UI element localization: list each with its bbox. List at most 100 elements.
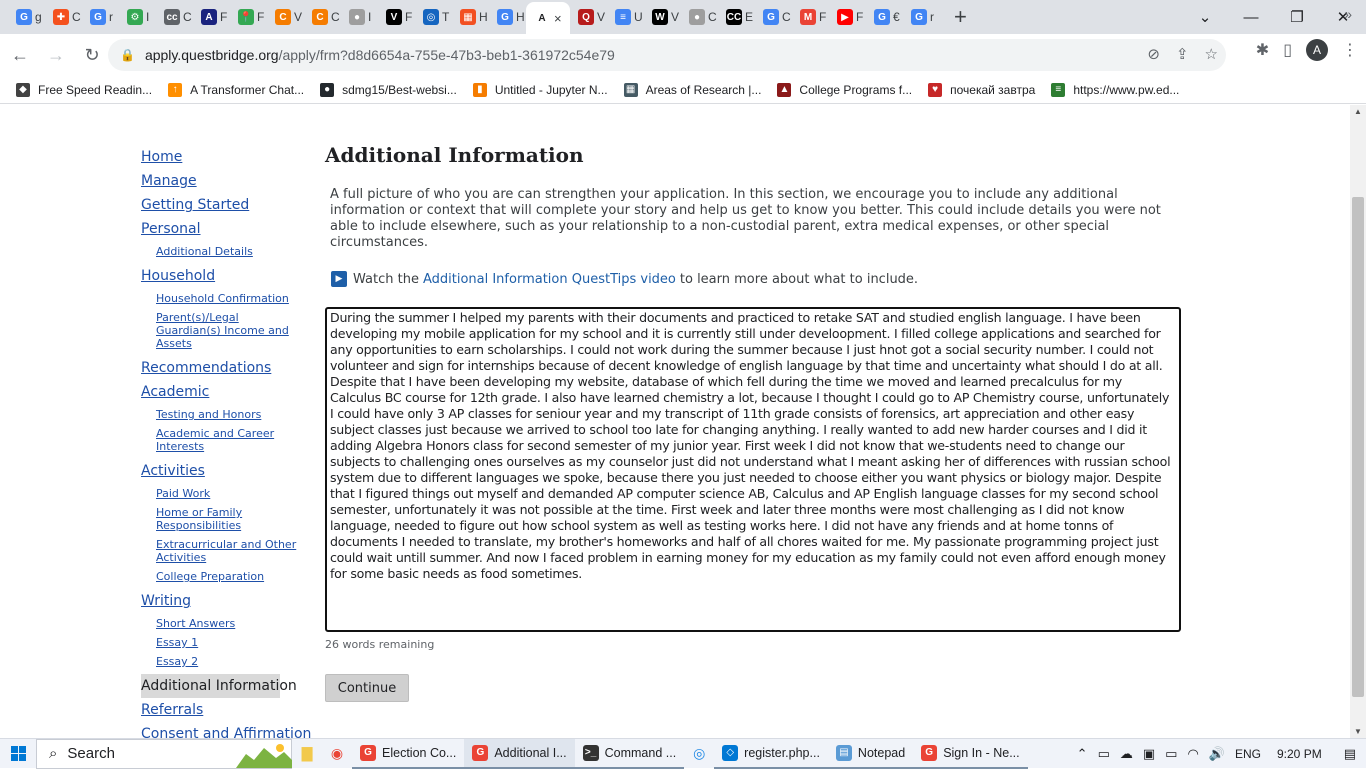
sidenav-subitem[interactable]: Household Confirmation	[141, 292, 301, 305]
reload-button[interactable]: ↻	[76, 39, 108, 71]
bookmark-item[interactable]: ▮ Untitled - Jupyter N...	[472, 82, 608, 97]
notification-icon[interactable]: ▤	[1344, 746, 1356, 762]
taskbar-app[interactable]: >_ Command ...	[574, 739, 685, 769]
browser-tab[interactable]: MF	[792, 0, 829, 34]
bookmarks-overflow-icon[interactable]: »	[1344, 6, 1352, 22]
browser-tab[interactable]: CC E	[718, 0, 755, 34]
tab-search-icon[interactable]: ⌄	[1182, 8, 1228, 26]
taskbar-app[interactable]: G Election Co...	[352, 739, 465, 769]
bookmark-item[interactable]: ▲ College Programs f...	[777, 82, 912, 97]
additional-info-textarea[interactable]: During the summer I helped my parents wi…	[325, 307, 1181, 632]
sidenav-subitem[interactable]: Essay 2	[141, 655, 301, 668]
cloud-icon[interactable]: ☁	[1120, 746, 1133, 762]
sidenav-item[interactable]: Additional Information	[141, 674, 297, 698]
browser-tab[interactable]: VF	[378, 0, 415, 34]
sidenav-subitem[interactable]: Essay 1	[141, 636, 301, 649]
volume-icon[interactable]: 🔊	[1209, 746, 1225, 762]
continue-button[interactable]: Continue	[325, 674, 409, 702]
taskbar-app[interactable]: ▤ Notepad	[827, 739, 914, 769]
sidenav-item[interactable]: Referrals	[141, 698, 301, 722]
bookmark-item[interactable]: ◆ Free Speed Readin...	[16, 82, 152, 97]
side-panel-icon[interactable]: ▯	[1283, 40, 1292, 60]
browser-tab[interactable]: A ×	[526, 2, 570, 34]
browser-tab[interactable]: Gr	[903, 0, 940, 34]
browser-tab[interactable]: ▦ H	[452, 0, 489, 34]
restore-button[interactable]: ❐	[1274, 8, 1320, 26]
taskbar-app[interactable]: G Additional I...	[464, 738, 575, 769]
address-bar[interactable]: 🔒 apply.questbridge.org/apply/frm?d8d665…	[108, 39, 1226, 71]
chrome-icon[interactable]: ◉	[322, 739, 352, 769]
browser-tab[interactable]: Gg	[8, 0, 45, 34]
browser-tab[interactable]: cc C	[156, 0, 193, 34]
browser-tab[interactable]: WV	[644, 0, 681, 34]
bookmark-item[interactable]: ● sdmg15/Best-websi...	[320, 82, 457, 97]
sidenav-item[interactable]: Consent and Affirmation	[141, 722, 311, 738]
back-button[interactable]: ←	[4, 39, 36, 71]
video-play-icon[interactable]: ▶	[331, 271, 347, 287]
browser-tab[interactable]: ◎ T	[415, 0, 452, 34]
hide-icon[interactable]: ⊘	[1147, 45, 1160, 63]
browser-tab[interactable]: Gr	[82, 0, 119, 34]
sidenav-subitem[interactable]: Testing and Honors	[141, 408, 301, 421]
meet-now-icon[interactable]: ▭	[1098, 746, 1110, 762]
share-icon[interactable]: ⇪	[1176, 45, 1189, 63]
sidenav-item[interactable]: Recommendations	[141, 356, 301, 380]
sidenav-item[interactable]: Writing	[141, 589, 301, 613]
taskbar-app[interactable]: ◇ register.php...	[714, 739, 828, 769]
bookmark-item[interactable]: ↑ A Transformer Chat...	[168, 82, 304, 97]
battery-icon[interactable]: ▭	[1165, 746, 1177, 762]
taskbar-app[interactable]: G Sign In - Ne...	[913, 739, 1028, 769]
browser-tab[interactable]: CV	[267, 0, 304, 34]
sidenav-subitem[interactable]: Paid Work	[141, 487, 301, 500]
browser-tab[interactable]: ● C	[681, 0, 718, 34]
minimize-button[interactable]: —	[1228, 9, 1274, 26]
bookmark-item[interactable]: ♥ почекай завтра	[928, 82, 1035, 97]
menu-icon[interactable]: ⋮	[1342, 40, 1358, 60]
wifi-icon[interactable]: ◠	[1187, 746, 1198, 762]
profile-avatar[interactable]: A	[1306, 39, 1328, 61]
sidenav-item[interactable]: Getting Started	[141, 193, 301, 217]
file-explorer-icon[interactable]: ▇	[292, 739, 322, 769]
browser-tab[interactable]: QV	[570, 0, 607, 34]
browser-tab[interactable]: ≡ U	[607, 0, 644, 34]
sidenav-subitem[interactable]: Parent(s)/Legal Guardian(s) Income and A…	[141, 311, 301, 350]
browser-tab[interactable]: AF	[193, 0, 230, 34]
extensions-icon[interactable]: ✱	[1256, 40, 1269, 60]
new-tab-button[interactable]: +	[954, 6, 967, 28]
scrollbar-thumb[interactable]	[1352, 197, 1364, 697]
sidenav-subitem[interactable]: Academic and Career Interests	[141, 427, 301, 453]
scroll-down-icon[interactable]: ▼	[1354, 727, 1362, 736]
sidenav-item[interactable]: Home	[141, 145, 301, 169]
sidenav-item[interactable]: Manage	[141, 169, 301, 193]
questtips-video-link[interactable]: Additional Information QuestTips video	[423, 272, 676, 287]
language-indicator[interactable]: ENG	[1235, 747, 1261, 761]
sidenav-subitem[interactable]: College Preparation	[141, 570, 301, 583]
sidenav-subitem[interactable]: Additional Details	[141, 245, 301, 258]
star-icon[interactable]: ☆	[1205, 45, 1218, 63]
sidenav-subitem[interactable]: Home or Family Responsibilities	[141, 506, 301, 532]
browser-tab[interactable]: ▶ F	[829, 0, 866, 34]
scroll-up-icon[interactable]: ▲	[1354, 107, 1362, 116]
browser-tab[interactable]: ● I	[341, 0, 378, 34]
browser-tab[interactable]: G €	[866, 0, 903, 34]
sidenav-subitem[interactable]: Short Answers	[141, 617, 301, 630]
display-icon[interactable]: ▣	[1143, 746, 1155, 762]
page-scrollbar[interactable]: ▲ ▼	[1350, 105, 1366, 738]
start-button[interactable]	[0, 739, 36, 769]
sidenav-item[interactable]: Academic	[141, 380, 301, 404]
sidenav-subitem[interactable]: Extracurricular and Other Activities	[141, 538, 301, 564]
lock-icon[interactable]: 🔒	[120, 48, 135, 62]
browser-tab[interactable]: GH	[489, 0, 526, 34]
browser-tab[interactable]: ⚙ I	[119, 0, 156, 34]
bookmark-item[interactable]: ▦ Areas of Research |...	[623, 82, 761, 97]
edge-app-icon[interactable]: ◎	[684, 739, 714, 769]
clock[interactable]: 9:20 PM	[1277, 747, 1322, 761]
bookmark-item[interactable]: ≡ https://www.pw.ed...	[1051, 82, 1179, 97]
forward-button[interactable]: →	[40, 39, 72, 71]
chevron-up-icon[interactable]: ⌃	[1077, 746, 1088, 762]
browser-tab[interactable]: CC	[304, 0, 341, 34]
tab-close-icon[interactable]: ×	[554, 11, 562, 26]
browser-tab[interactable]: ✚ C	[45, 0, 82, 34]
sidenav-item[interactable]: Personal	[141, 217, 301, 241]
browser-tab[interactable]: 📍 F	[230, 0, 267, 34]
